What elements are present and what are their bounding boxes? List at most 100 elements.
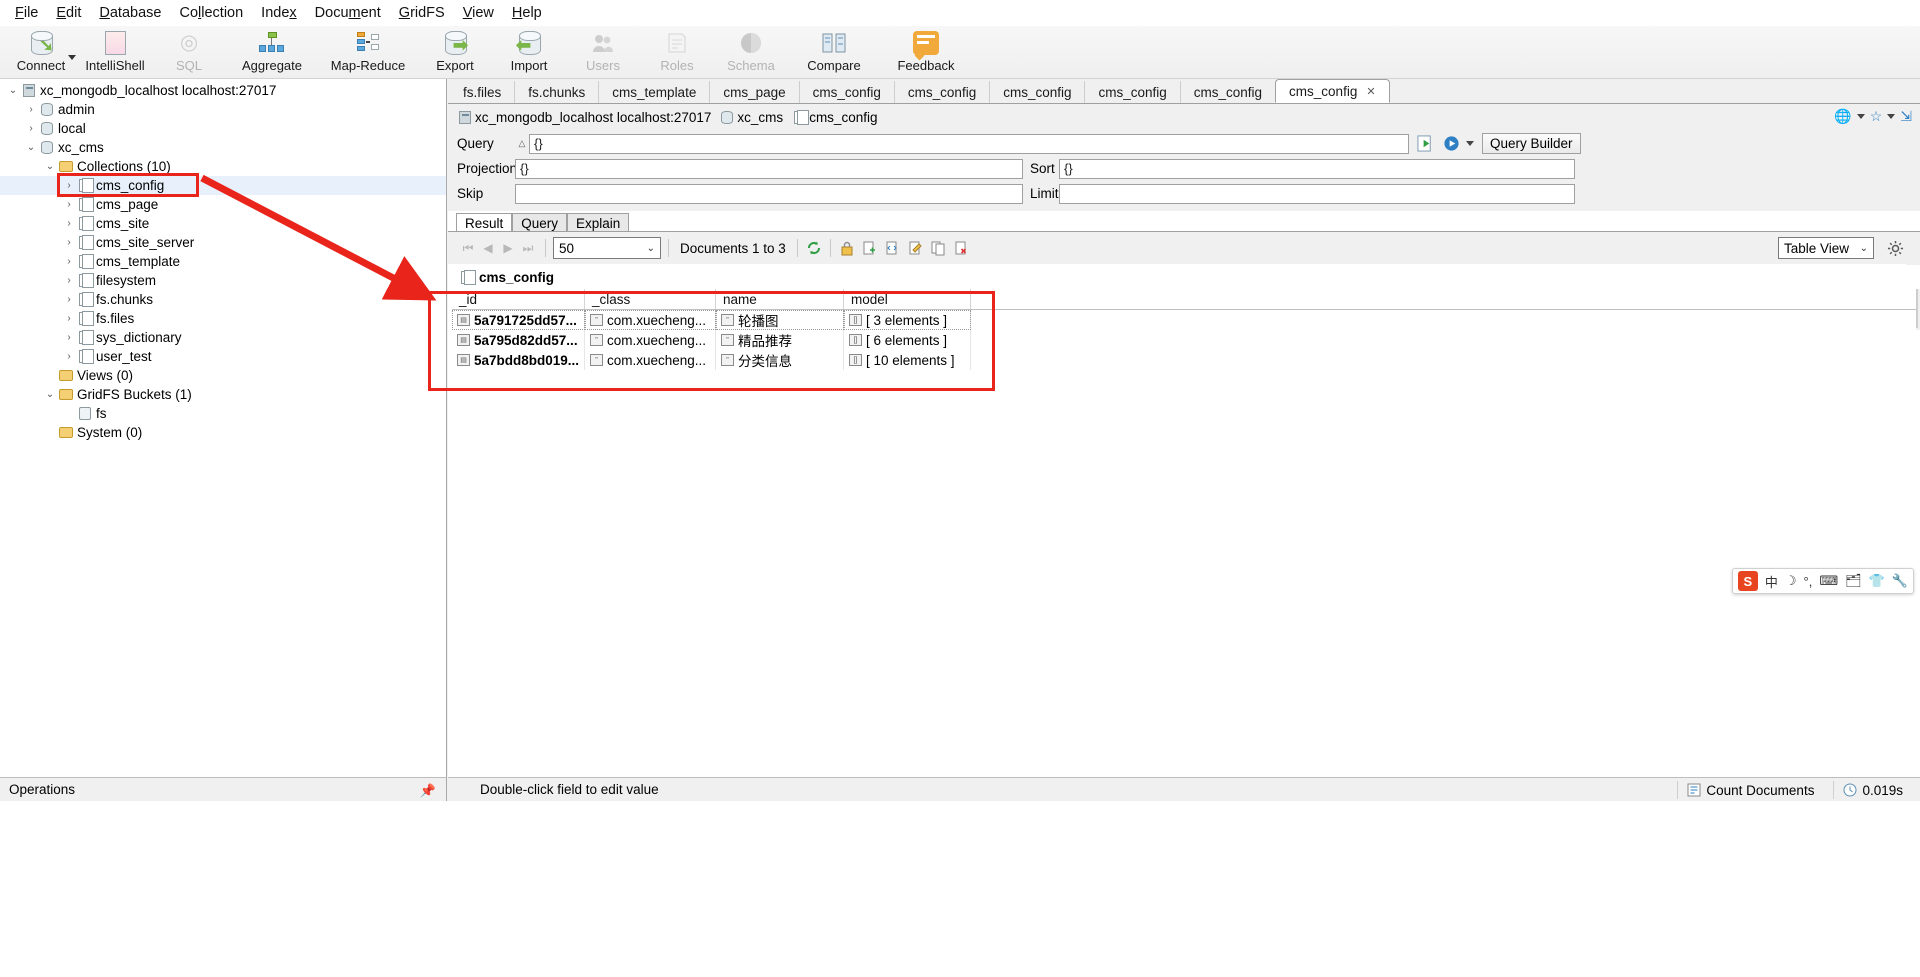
chevron-down-icon[interactable]: ⌄ <box>43 161 57 172</box>
cell-model[interactable]: [] [ 3 elements ] <box>844 310 971 330</box>
operations-status-bar[interactable]: Operations 📌 <box>0 777 447 801</box>
cell-id[interactable]: ▤ 5a791725dd57... <box>452 310 585 330</box>
view-json-icon[interactable] <box>884 239 902 257</box>
tab-cms-config-3[interactable]: cms_config <box>989 81 1084 103</box>
chevron-down-icon[interactable]: ⌄ <box>24 142 38 153</box>
tab-cms-config-1[interactable]: cms_config <box>798 81 894 103</box>
sidebar-item-cms-site[interactable]: › cms_site <box>0 214 446 233</box>
cell-model[interactable]: [] [ 10 elements ] <box>844 350 971 370</box>
chevron-down-icon[interactable]: ⌄ <box>6 85 20 96</box>
tree-node-admin[interactable]: › admin <box>0 100 446 119</box>
toolbar-feedback-button[interactable]: Feedback <box>880 26 972 78</box>
execute-icon[interactable] <box>1441 134 1461 154</box>
count-documents-button[interactable]: Count Documents <box>1677 781 1823 799</box>
chevron-down-icon[interactable]: ⌄ <box>43 389 57 400</box>
chevron-down-icon[interactable] <box>1856 114 1865 119</box>
refresh-icon[interactable] <box>805 239 823 257</box>
tab-fs-files[interactable]: fs.files <box>450 81 514 103</box>
sidebar-item-cms-page[interactable]: › cms_page <box>0 195 446 214</box>
close-icon[interactable]: ✕ <box>1366 85 1375 98</box>
cell-model[interactable]: [] [ 6 elements ] <box>844 330 971 350</box>
chevron-down-icon[interactable] <box>1466 141 1474 146</box>
chevron-right-icon[interactable]: › <box>62 275 76 286</box>
chevron-right-icon[interactable]: › <box>62 218 76 229</box>
pin-icon[interactable]: 📌 <box>420 783 436 799</box>
query-input[interactable]: {} <box>529 133 1409 154</box>
tab-cms-page[interactable]: cms_page <box>709 81 798 103</box>
toolbar-import-button[interactable]: ⬅ Import <box>492 26 566 78</box>
toolbar-compare-button[interactable]: Compare <box>788 26 880 78</box>
cell-class[interactable]: " com.xuecheng... <box>585 330 716 350</box>
menu-item-document[interactable]: Document <box>306 2 390 24</box>
delete-document-icon[interactable] <box>953 239 971 257</box>
cell-name[interactable]: " 分类信息 <box>716 350 844 370</box>
prev-page-icon[interactable]: ◀ <box>478 238 498 258</box>
ime-skin-icon[interactable]: 👕 <box>1869 573 1885 589</box>
ime-toolbar[interactable]: S 中 ☽ °, ⌨ 🗂 👕 🔧 <box>1731 568 1914 594</box>
sidebar-item-cms-config[interactable]: › cms_config <box>0 176 446 195</box>
tab-cms-config-2[interactable]: cms_config <box>893 81 989 103</box>
first-page-icon[interactable]: ⏮ <box>458 238 478 258</box>
lock-icon[interactable] <box>838 239 856 257</box>
sidebar-item-filesystem[interactable]: › filesystem <box>0 271 446 290</box>
tab-fs-chunks[interactable]: fs.chunks <box>514 81 598 103</box>
gear-icon[interactable] <box>1884 237 1906 259</box>
limit-input[interactable] <box>1059 183 1575 204</box>
tab-cms-config-4[interactable]: cms_config <box>1084 81 1179 103</box>
chevron-right-icon[interactable]: › <box>24 104 38 115</box>
menu-item-help[interactable]: Help <box>503 2 551 24</box>
tab-query[interactable]: Query <box>512 213 568 232</box>
page-size-select[interactable]: 50 ⌄ <box>553 237 661 259</box>
table-row[interactable]: ▤ 5a795d82dd57... " com.xuecheng... " 精品… <box>452 330 1916 350</box>
view-mode-select[interactable]: Table View ⌄ <box>1778 237 1874 259</box>
tab-cms-config-5[interactable]: cms_config <box>1179 81 1275 103</box>
cell-name[interactable]: " 精品推荐 <box>716 330 844 350</box>
sidebar-item-cms-template[interactable]: › cms_template <box>0 252 446 271</box>
column-header-model[interactable]: model <box>844 289 971 309</box>
chevron-right-icon[interactable]: › <box>24 123 38 134</box>
sidebar-item-fs-files[interactable]: › fs.files <box>0 309 446 328</box>
sidebar-item-fs[interactable]: fs <box>0 404 446 423</box>
sidebar-item-cms-site-server[interactable]: › cms_site_server <box>0 233 446 252</box>
breadcrumb-server[interactable]: xc_mongodb_localhost localhost:27017 <box>475 110 711 125</box>
tree-node-local[interactable]: › local <box>0 119 446 138</box>
sidebar-item-fs-chunks[interactable]: › fs.chunks <box>0 290 446 309</box>
last-page-icon[interactable]: ⏭ <box>518 238 538 258</box>
tree-node-server[interactable]: ⌄ xc_mongodb_localhost localhost:27017 <box>0 81 446 100</box>
toolbar-intellishell-button[interactable]: IntelliShell <box>78 26 152 78</box>
skip-input[interactable] <box>515 183 1023 204</box>
star-icon[interactable]: ☆ <box>1870 108 1883 125</box>
cell-name[interactable]: " 轮播图 <box>716 310 844 330</box>
toolbar-export-button[interactable]: ➡ Export <box>418 26 492 78</box>
connection-tree-sidebar[interactable]: ⌄ xc_mongodb_localhost localhost:27017 ›… <box>0 79 447 777</box>
menu-item-collection[interactable]: Collection <box>170 2 252 24</box>
chevron-down-icon[interactable] <box>68 55 76 60</box>
tab-cms-config-active[interactable]: cms_config ✕ <box>1275 79 1390 103</box>
chevron-right-icon[interactable]: › <box>62 237 76 248</box>
cell-id[interactable]: ▤ 5a795d82dd57... <box>452 330 585 350</box>
tab-explain[interactable]: Explain <box>567 213 630 232</box>
column-header-id[interactable]: _id <box>452 289 585 309</box>
chevron-right-icon[interactable]: › <box>62 199 76 210</box>
column-header-name[interactable]: name <box>716 289 844 309</box>
menu-item-gridfs[interactable]: GridFS <box>390 2 454 24</box>
ime-settings-icon[interactable]: 🔧 <box>1892 573 1908 589</box>
tree-node-system[interactable]: System (0) <box>0 423 446 442</box>
chevron-down-icon[interactable] <box>1887 114 1896 119</box>
chevron-right-icon[interactable]: › <box>62 313 76 324</box>
ime-toolbox-icon[interactable]: 🗂 <box>1845 573 1862 589</box>
sort-input[interactable]: {} <box>1059 158 1575 179</box>
cell-class[interactable]: " com.xuecheng... <box>585 350 716 370</box>
chevron-right-icon[interactable]: › <box>62 294 76 305</box>
menu-item-edit[interactable]: Edit <box>47 2 90 24</box>
breadcrumb-database[interactable]: xc_cms <box>737 110 783 125</box>
next-page-icon[interactable]: ▶ <box>498 238 518 258</box>
add-document-icon[interactable] <box>861 239 879 257</box>
run-query-icon[interactable] <box>1415 134 1435 154</box>
tree-node-gridfs-buckets[interactable]: ⌄ GridFS Buckets (1) <box>0 385 446 404</box>
tree-node-xc-cms[interactable]: ⌄ xc_cms <box>0 138 446 157</box>
toolbar-aggregate-button[interactable]: Aggregate <box>226 26 318 78</box>
toolbar-map-reduce-button[interactable]: Map-Reduce <box>318 26 418 78</box>
chevron-right-icon[interactable]: › <box>62 256 76 267</box>
cell-id[interactable]: ▤ 5a7bdd8bd019... <box>452 350 585 370</box>
